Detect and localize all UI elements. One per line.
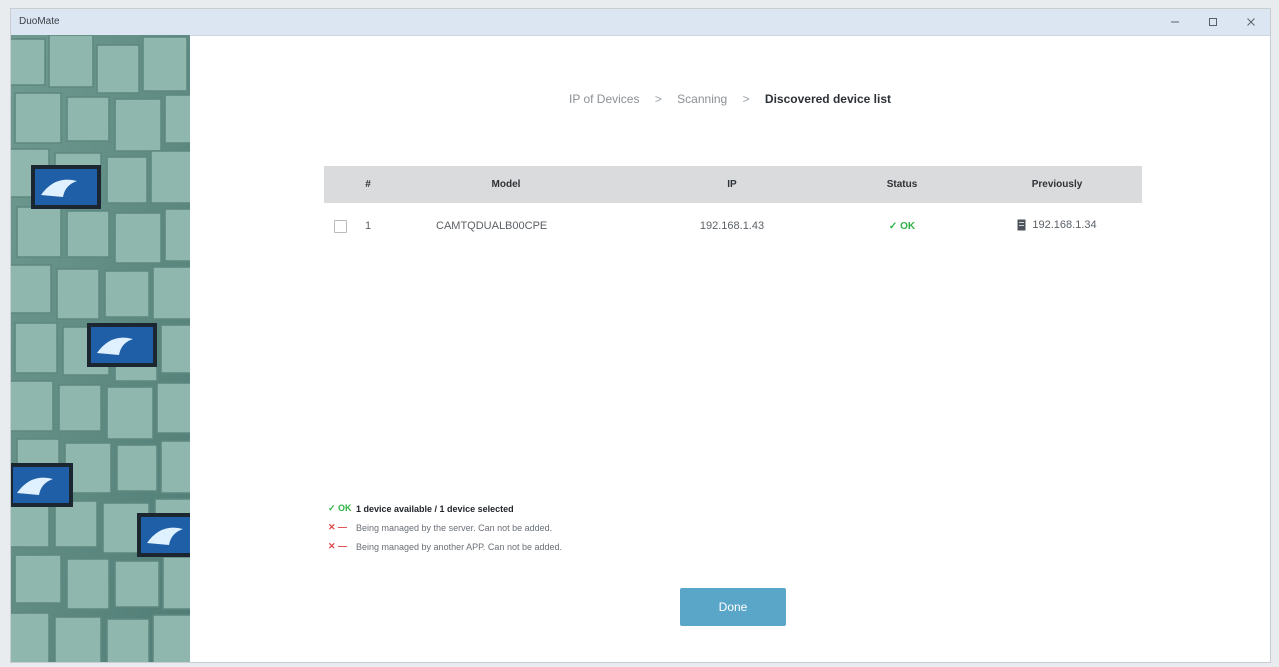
row-checkbox-cell <box>324 219 356 233</box>
legend-item-managed-app: ✕ — Being managed by another APP. Can no… <box>328 537 562 556</box>
breadcrumb: IP of Devices > Scanning > Discovered de… <box>190 91 1270 106</box>
chevron-right-icon: > <box>654 91 662 106</box>
done-button[interactable]: Done <box>680 588 786 626</box>
legend-error-mark: ✕ — <box>328 522 348 532</box>
window-title: DuoMate <box>19 16 60 27</box>
window-controls <box>1156 9 1270 35</box>
row-previously: 192.168.1.34 <box>972 219 1142 234</box>
legend-text: Being managed by the server. Can not be … <box>356 522 553 533</box>
minimize-icon <box>1171 21 1179 23</box>
device-checkbox[interactable] <box>333 219 347 233</box>
row-status: ✓ OK <box>832 220 972 232</box>
breadcrumb-step-device-list: Discovered device list <box>764 91 891 106</box>
legend-ok-mark: ✓ OK <box>328 503 352 513</box>
maximize-button[interactable] <box>1194 9 1232 35</box>
header-status: Status <box>886 179 918 190</box>
close-button[interactable] <box>1232 9 1270 35</box>
maximize-icon <box>1209 18 1217 26</box>
minimize-button[interactable] <box>1156 9 1194 35</box>
main-content: IP of Devices > Scanning > Discovered de… <box>190 35 1270 662</box>
breadcrumb-step-scanning: Scanning <box>677 91 728 106</box>
cube-wall-illustration <box>11 35 190 662</box>
header-previously: Previously <box>1031 179 1083 190</box>
row-ip: 192.168.1.43 <box>699 220 765 232</box>
decorative-side-panel <box>11 35 190 662</box>
header-model: Model <box>491 179 521 190</box>
legend-text: 1 device available / 1 device selected <box>356 503 514 514</box>
legend-text: Being managed by another APP. Can not be… <box>356 541 562 552</box>
status-badge: ✓ OK <box>888 221 916 232</box>
breadcrumb-step-ip: IP of Devices <box>568 91 640 106</box>
legend-item-managed-server: ✕ — Being managed by the server. Can not… <box>328 518 562 537</box>
table-row[interactable]: 1 CAMTQDUALB00CPE 192.168.1.43 ✓ OK 192.… <box>324 203 1142 249</box>
header-num: # <box>365 179 371 190</box>
chevron-right-icon: > <box>742 91 750 106</box>
header-ip: IP <box>727 179 737 190</box>
previously-ip: 192.168.1.34 <box>1032 218 1097 231</box>
app-window: DuoMate IP of Devices > Scanning > Disco… <box>10 8 1271 663</box>
previously-value: 192.168.1.34 <box>1017 218 1097 231</box>
server-icon <box>1017 219 1026 230</box>
device-table: # Model IP Status Previously 1 CAMTQDUAL… <box>324 166 1142 249</box>
status-legend: ✓ OK 1 device available / 1 device selec… <box>328 499 562 556</box>
legend-item-available: ✓ OK 1 device available / 1 device selec… <box>328 499 562 518</box>
legend-error-mark: ✕ — <box>328 541 348 551</box>
table-header: # Model IP Status Previously <box>324 166 1142 203</box>
close-icon <box>1247 18 1255 26</box>
row-model: CAMTQDUALB00CPE <box>436 220 548 232</box>
title-bar: DuoMate <box>11 9 1270 36</box>
row-num: 1 <box>364 220 372 232</box>
